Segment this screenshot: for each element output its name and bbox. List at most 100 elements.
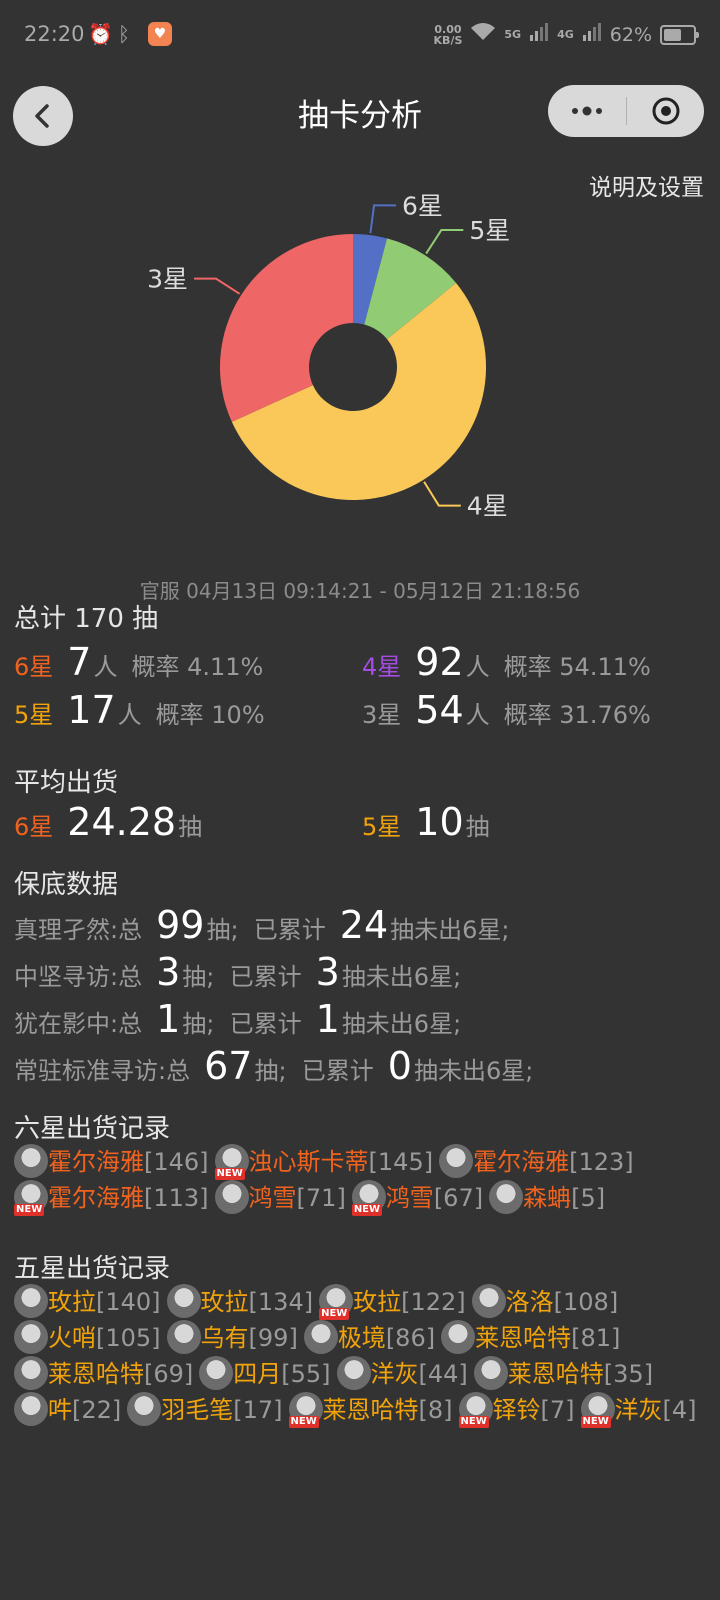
stat-4star: 4星 92 人 概率 54.11% <box>362 640 651 684</box>
record-item: 鸿雪[71] <box>214 1180 346 1216</box>
operator-name: 洛洛 <box>505 1288 554 1316</box>
operator-avatar <box>166 1284 201 1318</box>
pull-count: [123] <box>569 1148 634 1176</box>
record-item: 洋灰[44] <box>336 1356 468 1392</box>
new-badge: NEW <box>580 1416 611 1428</box>
operator-avatar: NEW <box>580 1392 615 1428</box>
record-item: 四月[55] <box>199 1356 331 1392</box>
pull-count: [81] <box>571 1324 621 1352</box>
six-star-records-title: 六星出货记录 <box>14 1114 171 1144</box>
record-item: 玫拉[134] <box>166 1284 313 1320</box>
record-item: NEW 浊心斯卡蒂[145] <box>214 1144 433 1180</box>
pie-label-3: 3星 <box>147 265 188 294</box>
more-dots-icon <box>572 106 602 116</box>
operator-avatar <box>14 1356 48 1390</box>
operator-avatar <box>166 1320 201 1354</box>
pie-label-2: 4星 <box>467 492 508 521</box>
alarm-icon: ⏰ <box>88 22 113 46</box>
battery-percent: 62% <box>609 23 652 46</box>
record-item: 森蚺[5] <box>489 1180 605 1216</box>
record-item: 吽[22] <box>14 1392 121 1428</box>
six-star-records-list: 霍尔海雅[146] NEW 浊心斯卡蒂[145] 霍尔海雅[123] NEW 霍尔海雅[1… <box>14 1144 714 1216</box>
new-badge: NEW <box>458 1416 489 1428</box>
operator-avatar <box>473 1356 508 1390</box>
new-badge: NEW <box>319 1308 350 1320</box>
pull-count: [113] <box>144 1184 209 1212</box>
stat-5star: 5星 17 人 概率 10% <box>14 688 265 732</box>
operator-name: 森蚺 <box>523 1184 572 1212</box>
record-item: 莱恩哈特[69] <box>14 1356 193 1392</box>
five-star-records-title: 五星出货记录 <box>14 1254 171 1284</box>
pity-row: 犹在影中:总 1 抽; 已累计 1 抽未出6星; <box>14 997 462 1041</box>
operator-name: 羽毛笔 <box>161 1396 234 1424</box>
pull-count: [22] <box>72 1396 122 1424</box>
operator-avatar <box>199 1356 234 1390</box>
operator-name: 霍尔海雅 <box>473 1148 570 1176</box>
operator-avatar: NEW <box>458 1392 493 1428</box>
five-star-records-list: 玫拉[140] 玫拉[134] NEW 玫拉[122] 洛洛[108]火哨[105] 乌有… <box>14 1284 714 1428</box>
record-item: 霍尔海雅[146] <box>14 1144 209 1180</box>
record-item: 极境[86] <box>303 1320 435 1356</box>
pie-leader-line-1 <box>425 229 464 255</box>
new-badge: NEW <box>351 1204 383 1216</box>
pie-label-1: 5星 <box>469 216 510 245</box>
record-item: 玫拉[140] <box>14 1284 161 1320</box>
total-pulls: 总计 170 抽 <box>14 604 159 634</box>
operator-name: 火哨 <box>48 1324 96 1352</box>
operator-avatar: NEW <box>319 1284 354 1320</box>
operator-name: 霍尔海雅 <box>48 1148 144 1176</box>
operator-name: 乌有 <box>200 1324 249 1352</box>
record-item: 羽毛笔[17] <box>127 1392 283 1428</box>
record-item: NEW 玫拉[122] <box>319 1284 466 1320</box>
miniprogram-capsule <box>548 85 704 137</box>
pull-count: [105] <box>96 1324 161 1352</box>
stat-6star: 6星 7 人 概率 4.11% <box>14 640 264 684</box>
operator-avatar: NEW <box>351 1180 386 1216</box>
record-item: NEW 霍尔海雅[113] <box>14 1180 209 1216</box>
operator-name: 洋灰 <box>614 1396 663 1424</box>
bluetooth-icon: ᛒ <box>118 22 130 46</box>
record-item: 洛洛[108] <box>471 1284 618 1320</box>
record-item: 莱恩哈特[35] <box>473 1356 653 1392</box>
operator-name: 玫拉 <box>48 1288 96 1316</box>
pull-count: [5] <box>571 1184 606 1212</box>
pull-count: [140] <box>96 1288 161 1316</box>
pull-count: [4] <box>662 1396 697 1424</box>
operator-avatar <box>471 1284 506 1318</box>
operator-name: 玫拉 <box>200 1288 249 1316</box>
average-6star: 6星 24.28 抽 <box>14 800 203 844</box>
status-right: 0.00 KB/S 5G 4G 62% <box>434 22 699 47</box>
new-badge: NEW <box>288 1416 319 1428</box>
operator-name: 玫拉 <box>353 1288 402 1316</box>
signal-4g-icon: 4G <box>557 28 574 41</box>
operator-avatar <box>14 1392 48 1426</box>
operator-name: 浊心斯卡蒂 <box>248 1148 369 1176</box>
operator-name: 铎铃 <box>492 1396 541 1424</box>
new-badge: NEW <box>14 1204 45 1216</box>
new-badge: NEW <box>214 1168 245 1180</box>
pull-count: [146] <box>144 1148 209 1176</box>
pie-leader-line-3 <box>194 277 241 295</box>
operator-avatar <box>127 1392 162 1426</box>
record-item: NEW 鸿雪[67] <box>351 1180 483 1216</box>
record-item: NEW 莱恩哈特[8] <box>288 1392 453 1428</box>
record-item: NEW 洋灰[4] <box>580 1392 697 1428</box>
pie-leader-line-2 <box>423 481 461 507</box>
operator-avatar <box>336 1356 371 1390</box>
record-item: 火哨[105] <box>14 1320 161 1356</box>
close-miniprogram-button[interactable] <box>627 85 704 137</box>
operator-name: 莱恩哈特 <box>475 1324 572 1352</box>
wifi-icon <box>470 22 496 47</box>
pity-row: 常驻标准寻访:总 67 抽; 已累计 0 抽未出6星; <box>14 1044 534 1088</box>
status-bar: 22:20 ⏰ ᛒ ♥ 0.00 KB/S 5G 4G 62% <box>0 0 720 72</box>
more-button[interactable] <box>548 85 626 137</box>
target-icon <box>652 97 679 125</box>
pull-count: [44] <box>418 1360 468 1388</box>
record-item: 乌有[99] <box>166 1320 298 1356</box>
clock: 22:20 <box>24 22 85 46</box>
pie-leader-line-0 <box>369 204 397 234</box>
operator-avatar <box>14 1320 48 1354</box>
pull-count: [8] <box>418 1396 453 1424</box>
average-title: 平均出货 <box>14 768 119 798</box>
record-item: 莱恩哈特[81] <box>441 1320 620 1356</box>
